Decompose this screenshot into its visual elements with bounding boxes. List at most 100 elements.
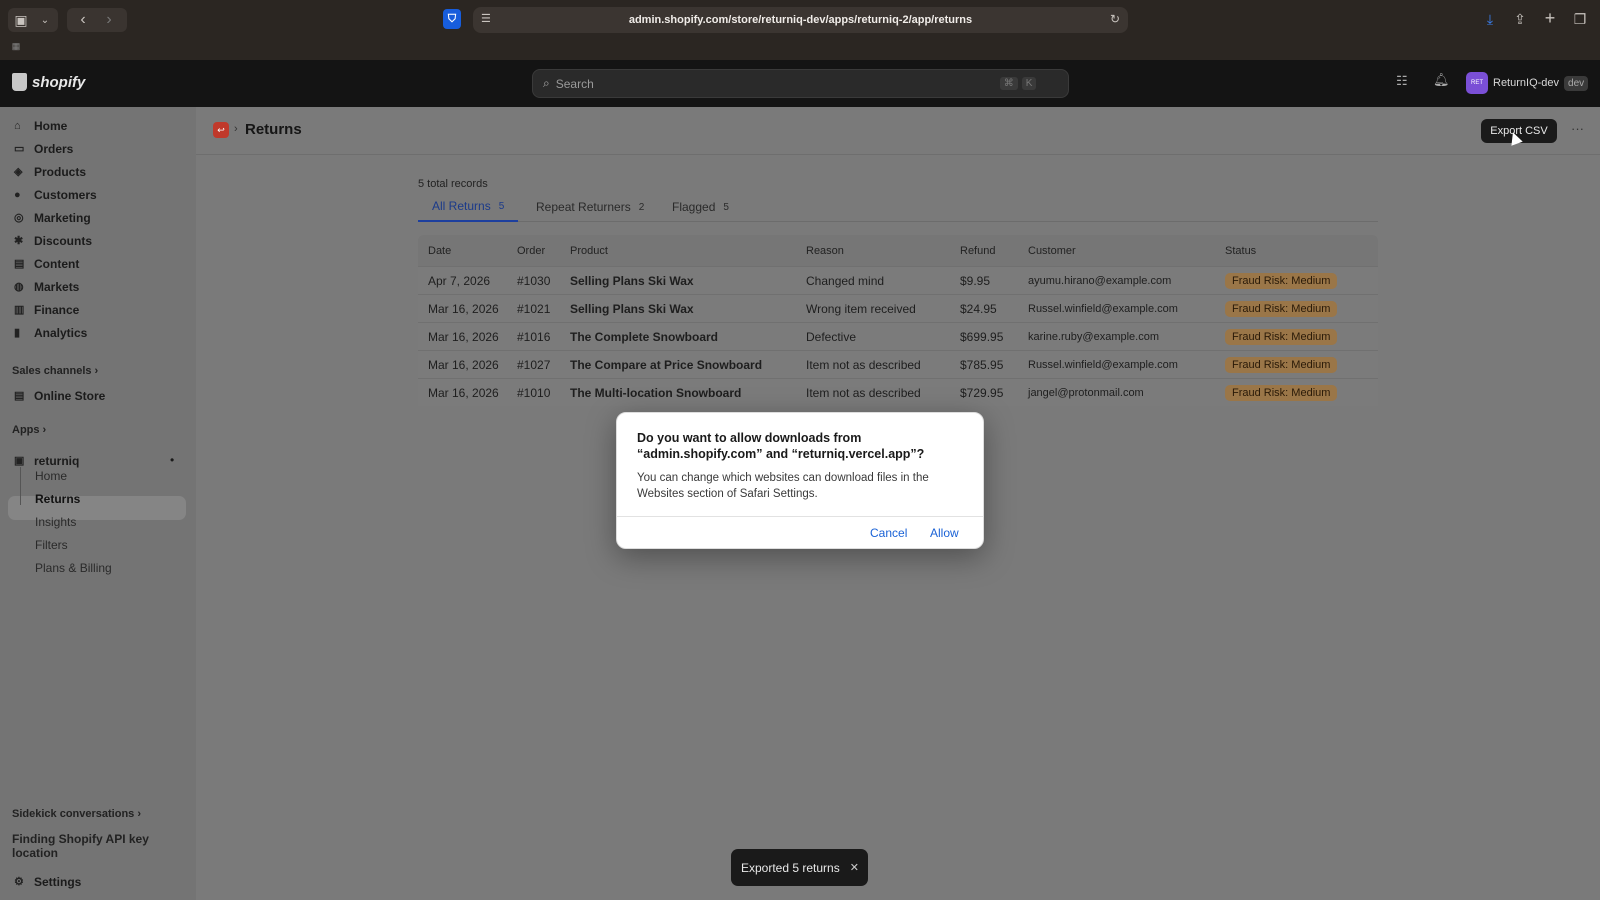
sidebar-sub-plans-billing[interactable]: Plans & Billing — [35, 561, 112, 575]
sidebar-sub-filters[interactable]: Filters — [35, 538, 68, 552]
sidebar-toggle-icon[interactable]: ▣ — [13, 12, 29, 28]
cell-reason: Item not as described — [806, 357, 921, 372]
header-order[interactable]: Order — [517, 245, 570, 257]
cell-date: Mar 16, 2026 — [428, 357, 499, 372]
cell-status: Fraud Risk: Medium — [1225, 272, 1375, 289]
sidebar-item-markets[interactable]: ◍ Markets — [14, 280, 79, 294]
sidebar-sub-returns[interactable]: Returns — [35, 492, 80, 506]
sidebar-item-orders[interactable]: ▭ Orders — [14, 142, 73, 156]
sidebar-sub-insights[interactable]: Insights — [35, 515, 76, 529]
new-tab-icon[interactable]: + — [1542, 8, 1558, 28]
more-actions-button[interactable]: ··· — [1571, 121, 1584, 136]
share-icon[interactable]: ⇪ — [1512, 10, 1528, 28]
forward-icon[interactable]: › — [101, 11, 117, 29]
sidebar-item-products[interactable]: ◈ Products — [14, 165, 86, 179]
chart-icon: ▮ — [14, 326, 21, 339]
tab-label: Flagged — [672, 200, 716, 214]
tab-label: Repeat Returners — [536, 200, 631, 214]
store-name: ReturnIQ-dev — [1493, 77, 1560, 89]
sidebar-item-online-store[interactable]: ▤ Online Store — [14, 389, 105, 403]
returniq-app-icon[interactable]: ↩ — [213, 122, 229, 138]
search-input[interactable] — [555, 76, 996, 91]
tag-icon: ◈ — [14, 165, 23, 178]
sidebar-item-customers[interactable]: ● Customers — [14, 188, 97, 202]
table-row[interactable]: Mar 16, 2026 #1016 The Complete Snowboard D… — [418, 322, 1378, 350]
sidebar-item-label: Customers — [34, 188, 97, 202]
sidebar-item-settings[interactable]: ⚙ Settings — [14, 875, 81, 889]
total-records: 5 total records — [418, 178, 488, 190]
cell-refund: $699.95 — [960, 329, 1004, 344]
status-badge: Fraud Risk: Medium — [1225, 272, 1338, 289]
target-icon: ◎ — [14, 211, 24, 224]
cell-order: #1010 — [517, 385, 551, 400]
status-badge: Fraud Risk: Medium — [1225, 328, 1338, 345]
dev-tag: dev — [1564, 75, 1589, 91]
app-icon: ▣ — [14, 454, 25, 467]
storefront-icon: ▤ — [14, 389, 25, 402]
toast: Exported 5 returns ✕ — [731, 849, 868, 886]
header-reason[interactable]: Reason — [806, 245, 960, 257]
tab-all-returns[interactable]: All Returns 5 — [418, 192, 519, 222]
sidebar-item-label: Online Store — [34, 389, 106, 403]
sidekick-conversations-label[interactable]: Sidekick conversations › — [12, 808, 141, 820]
shopify-logo[interactable]: shopify — [12, 73, 85, 91]
sidekick-conversation-item[interactable]: Finding Shopify API key location — [12, 832, 196, 860]
sidekick-icon[interactable]: ☷ — [1396, 73, 1408, 89]
logo-text: shopify — [32, 73, 86, 91]
breadcrumb-chevron-icon: › — [234, 123, 238, 135]
close-icon[interactable]: ✕ — [850, 861, 859, 874]
bitwarden-extension-icon[interactable]: ⛉ — [443, 9, 461, 29]
tab-grid-icon[interactable]: ▦ — [9, 40, 23, 52]
cell-product: Selling Plans Ski Wax — [570, 301, 694, 316]
tab-flagged[interactable]: Flagged 5 — [672, 192, 729, 222]
header-customer[interactable]: Customer — [1028, 245, 1225, 257]
cell-refund: $24.95 — [960, 301, 997, 316]
header-status[interactable]: Status — [1225, 245, 1375, 257]
tab-repeat-returners[interactable]: Repeat Returners 2 — [536, 192, 644, 222]
page-settings-icon[interactable]: ☰ — [481, 12, 491, 25]
sidebar-item-content[interactable]: ▤ Content — [14, 257, 79, 271]
browser-toolbar: ▣ ⌄ ‹ › ▦ ⛉ ☰ admin.shopify.com/store/re… — [0, 0, 1600, 60]
header-date[interactable]: Date — [418, 245, 517, 257]
shortcut-key: K — [1021, 77, 1037, 90]
chevron-down-icon[interactable]: ⌄ — [38, 12, 52, 28]
table-row[interactable]: Mar 16, 2026 #1010 The Multi-location Snow… — [418, 378, 1378, 406]
downloads-icon[interactable]: ⤓ — [1482, 10, 1498, 28]
sidebar-item-marketing[interactable]: ◎ Marketing — [14, 211, 91, 225]
cell-refund: $729.95 — [960, 385, 1004, 400]
table-row[interactable]: Mar 16, 2026 #1027 The Compare at Price Sn… — [418, 350, 1378, 378]
sidebar-item-discounts[interactable]: ✱ Discounts — [14, 234, 92, 248]
sidebar-sub-home[interactable]: Home — [35, 469, 67, 483]
cancel-button[interactable]: Cancel — [870, 526, 907, 540]
header-refund[interactable]: Refund — [960, 245, 1028, 257]
bell-icon[interactable]: 🔔︎ — [1433, 72, 1450, 88]
cell-status: Fraud Risk: Medium — [1225, 300, 1375, 317]
shopify-topbar: shopify ⌕ ⌘ K ☷ 🔔︎ RET ReturnIQ-dev dev — [0, 60, 1600, 107]
dialog-title: Do you want to allow downloads from “adm… — [637, 431, 925, 461]
apps-label[interactable]: Apps › — [12, 424, 46, 436]
sidebar-item-home[interactable]: ⌂ Home — [14, 119, 67, 133]
back-icon[interactable]: ‹ — [75, 11, 91, 29]
search-bar[interactable]: ⌕ ⌘ K — [532, 69, 1069, 98]
cell-date: Mar 16, 2026 — [428, 301, 499, 316]
cell-order: #1016 — [517, 329, 551, 344]
header-product[interactable]: Product — [570, 245, 806, 257]
cell-customer: karine.ruby@example.com — [1028, 330, 1159, 343]
address-bar[interactable]: ☰ admin.shopify.com/store/returniq-dev/a… — [473, 7, 1128, 33]
sidebar-item-finance[interactable]: ▥ Finance — [14, 303, 79, 317]
dialog-divider — [617, 516, 983, 517]
sidebar-item-label: Marketing — [34, 211, 91, 225]
table-row[interactable]: Apr 7, 2026 #1030 Selling Plans Ski Wax Cha… — [418, 266, 1378, 294]
allow-button[interactable]: Allow — [930, 526, 959, 540]
sidebar-item-returniq[interactable]: ▣ returniq — [14, 454, 79, 468]
sidebar-item-analytics[interactable]: ▮ Analytics — [14, 326, 87, 340]
table-row[interactable]: Mar 16, 2026 #1021 Selling Plans Ski Wax Wr… — [418, 294, 1378, 322]
store-menu[interactable]: RET ReturnIQ-dev dev — [1466, 72, 1589, 94]
cell-order: #1027 — [517, 357, 551, 372]
reload-icon[interactable]: ↻ — [1110, 12, 1120, 26]
page-title: Returns — [245, 121, 302, 138]
sales-channels-label[interactable]: Sales channels › — [12, 365, 98, 377]
pin-dot-icon[interactable]: • — [170, 453, 174, 467]
cell-product: Selling Plans Ski Wax — [570, 273, 694, 288]
tab-overview-icon[interactable]: ❐ — [1572, 10, 1588, 28]
